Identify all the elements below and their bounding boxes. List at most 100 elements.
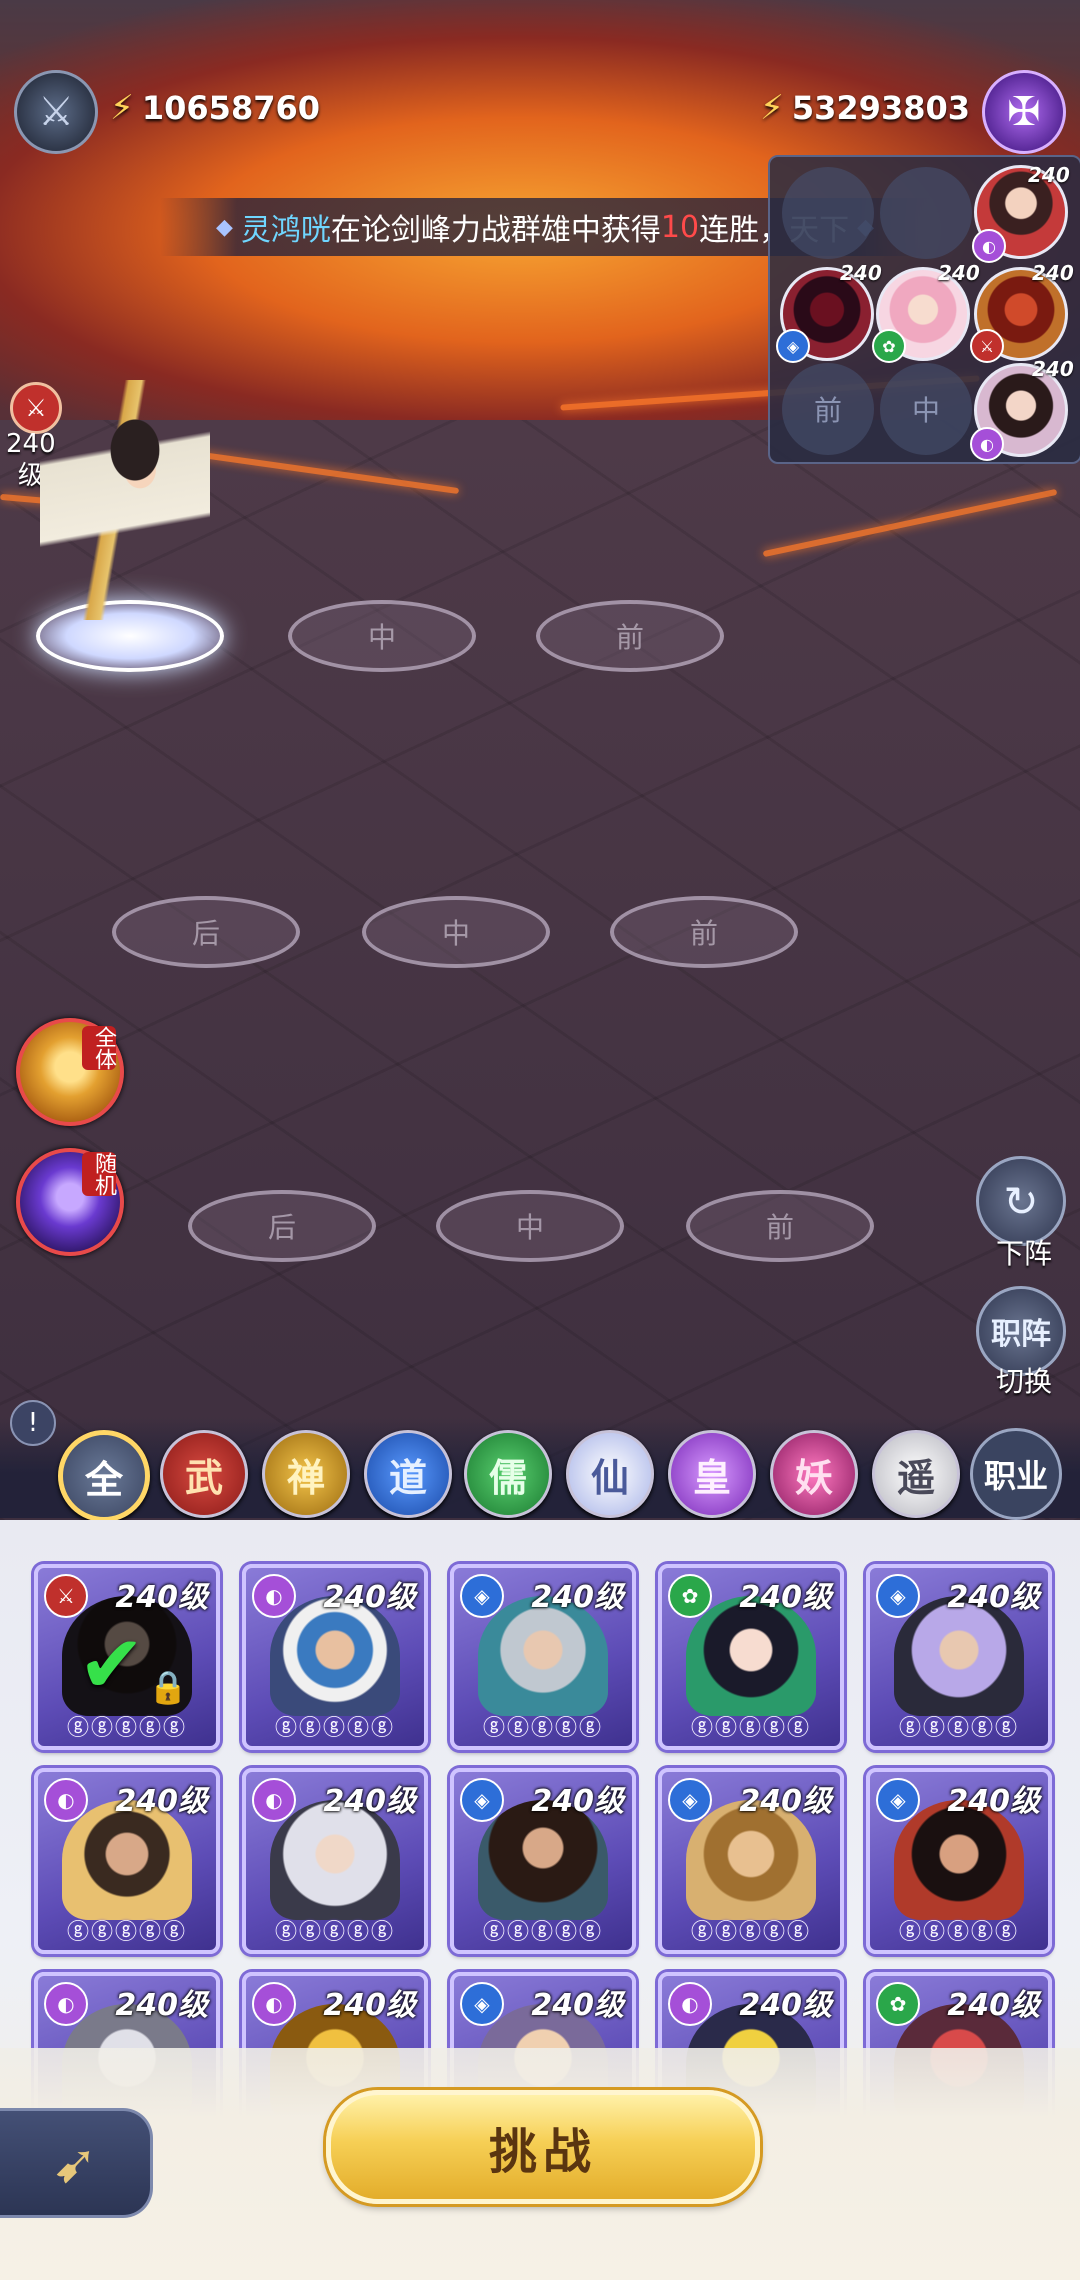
hero-level: 240级 (115, 1580, 208, 1615)
hero-level: 240级 (531, 1988, 624, 2023)
class-icon: ◈ (668, 1778, 712, 1822)
hero-stars: ⓖⓖⓖⓖⓖ (482, 1920, 603, 1945)
challenge-button[interactable]: 挑战 (326, 2090, 760, 2204)
filter-huang[interactable]: 皇 (668, 1430, 756, 1518)
hero-level: 240级 (115, 1988, 208, 2023)
class-icon: ◈ (876, 1574, 920, 1618)
formation-slot-front[interactable]: 前 (610, 896, 798, 968)
filter-ru[interactable]: 儒 (464, 1430, 552, 1518)
class-icon: ⚔ (44, 1574, 88, 1618)
check-icon: ✔ (78, 1618, 146, 1711)
enemy-formation-panel[interactable]: 240 ◐ 240 ◈ 240 ✿ 240 ⚔ 前 中 240 ◐ (768, 155, 1080, 464)
filter-job-button[interactable]: 职业 (970, 1428, 1062, 1520)
filter-xian[interactable]: 仙 (566, 1430, 654, 1518)
hero-level: 240级 (323, 1580, 416, 1615)
enemy-empty-slot: 中 (880, 363, 972, 455)
enemy-power: ⚡ 53293803 (760, 88, 970, 128)
player-hero-sprite[interactable] (40, 380, 210, 620)
hero-card[interactable]: ◈ 240级 ⓖⓖⓖⓖⓖ (450, 1768, 636, 1954)
enemy-power-value: 53293803 (791, 89, 970, 127)
hero-card[interactable]: ◐ 240级 ⓖⓖⓖⓖⓖ (34, 1768, 220, 1954)
top-bar: ⚔ ⚡ 10658760 ⚡ 53293803 ✠ (0, 60, 1080, 160)
formation-slot-mid[interactable]: 中 (362, 896, 550, 968)
class-icon: ⚔ (970, 329, 1004, 363)
formation-slot-mid[interactable]: 中 (436, 1190, 624, 1262)
hero-stars: ⓖⓖⓖⓖⓖ (274, 1716, 395, 1741)
class-icon: ◈ (876, 1778, 920, 1822)
hero-level: 240级 (531, 1784, 624, 1819)
class-icon: ◐ (252, 1982, 296, 2026)
class-icon: ◐ (668, 1982, 712, 2026)
hero-card[interactable]: ◐ 240级 ⓖⓖⓖⓖⓖ (242, 1768, 428, 1954)
hero-stars: ⓖⓖⓖⓖⓖ (66, 1920, 187, 1945)
formation-slot-front[interactable]: 前 (686, 1190, 874, 1262)
hero-level: 240级 (947, 1988, 1040, 2023)
hero-stars: ⓖⓖⓖⓖⓖ (482, 1716, 603, 1741)
class-icon: ◈ (460, 1778, 504, 1822)
refresh-icon: ↻ (1003, 1176, 1039, 1226)
hero-stars: ⓖⓖⓖⓖⓖ (690, 1920, 811, 1945)
player-rank-badge[interactable]: ⚔ (14, 70, 98, 154)
hero-card[interactable]: ◈ 240级 ⓖⓖⓖⓖⓖ (866, 1768, 1052, 1954)
formation-slot-back[interactable]: 后 (112, 896, 300, 968)
class-icon: ◈ (460, 1574, 504, 1618)
formation-slot-mid[interactable]: 中 (288, 600, 476, 672)
skill-all-tag: 全体 (82, 1026, 116, 1070)
enemy-empty-slot (880, 167, 972, 259)
class-icon: ◐ (252, 1778, 296, 1822)
enemy-hero-level: 240 (938, 261, 980, 285)
filter-yao[interactable]: 妖 (770, 1430, 858, 1518)
info-icon[interactable]: ! (10, 1400, 56, 1446)
enemy-hero-level: 240 (840, 261, 882, 285)
hero-level: 240级 (531, 1580, 624, 1615)
hero-level: 240级 (739, 1988, 832, 2023)
player-power-value: 10658760 (141, 89, 320, 127)
diamond-icon: ◆ (215, 214, 233, 240)
hero-level: 240级 (115, 1784, 208, 1819)
hero-level: 240级 (947, 1784, 1040, 1819)
player-power: ⚡ 10658760 (110, 88, 320, 128)
class-icon: ◐ (44, 1982, 88, 2026)
filter-dao[interactable]: 道 (364, 1430, 452, 1518)
class-icon: ✿ (872, 329, 906, 363)
back-button[interactable]: ➹ (0, 2108, 153, 2218)
sword-emblem-icon: ⚔ (38, 89, 74, 135)
hero-level: 240级 (323, 1988, 416, 2023)
class-icon: ✿ (876, 1982, 920, 2026)
hero-card[interactable]: ✿ 240级 ⓖⓖⓖⓖⓖ (658, 1564, 844, 1750)
class-icon: ◐ (970, 427, 1004, 461)
hero-stars: ⓖⓖⓖⓖⓖ (66, 1716, 187, 1741)
enemy-rank-badge[interactable]: ✠ (982, 70, 1066, 154)
enemy-hero-level: 240 (1032, 261, 1074, 285)
formation-slot-back[interactable]: 后 (188, 1190, 376, 1262)
filter-wu[interactable]: 武 (160, 1430, 248, 1518)
hero-card[interactable]: ◈ 240级 ⓖⓖⓖⓖⓖ (866, 1564, 1052, 1750)
hero-stars: ⓖⓖⓖⓖⓖ (274, 1920, 395, 1945)
combat-power-icon: ⚡ (760, 88, 784, 128)
hero-card[interactable]: ⚔ 240级 ✔ 🔒 ⓖⓖⓖⓖⓖ (34, 1564, 220, 1750)
formation-slot-front[interactable]: 前 (536, 600, 724, 672)
class-icon: ◈ (776, 329, 810, 363)
hero-level: 240级 (739, 1784, 832, 1819)
class-icon: ◈ (460, 1982, 504, 2026)
filter-chan[interactable]: 禅 (262, 1430, 350, 1518)
class-icon: ◐ (252, 1574, 296, 1618)
hero-card[interactable]: ◈ 240级 ⓖⓖⓖⓖⓖ (450, 1564, 636, 1750)
broadcast-streak: 10 (660, 209, 700, 245)
switch-formation-label: 切换 (995, 1365, 1052, 1398)
hero-level: 240级 (947, 1580, 1040, 1615)
enemy-empty-slot (782, 167, 874, 259)
unequip-label: 下阵 (995, 1237, 1052, 1270)
hero-card[interactable]: ◈ 240级 ⓖⓖⓖⓖⓖ (658, 1768, 844, 1954)
skill-random-tag: 随机 (82, 1152, 116, 1196)
lock-icon: 🔒 (148, 1668, 188, 1706)
crane-icon: ➹ (52, 2131, 98, 2195)
class-icon: ✿ (668, 1574, 712, 1618)
sword-emblem-icon: ✠ (1007, 89, 1041, 135)
filter-yao2[interactable]: 遥 (872, 1430, 960, 1518)
filter-all[interactable]: 全 (58, 1430, 150, 1522)
enemy-hero-level: 240 (1032, 357, 1074, 381)
hero-card[interactable]: ◐ 240级 ⓖⓖⓖⓖⓖ (242, 1564, 428, 1750)
enemy-empty-slot: 前 (782, 363, 874, 455)
hero-stars: ⓖⓖⓖⓖⓖ (690, 1716, 811, 1741)
